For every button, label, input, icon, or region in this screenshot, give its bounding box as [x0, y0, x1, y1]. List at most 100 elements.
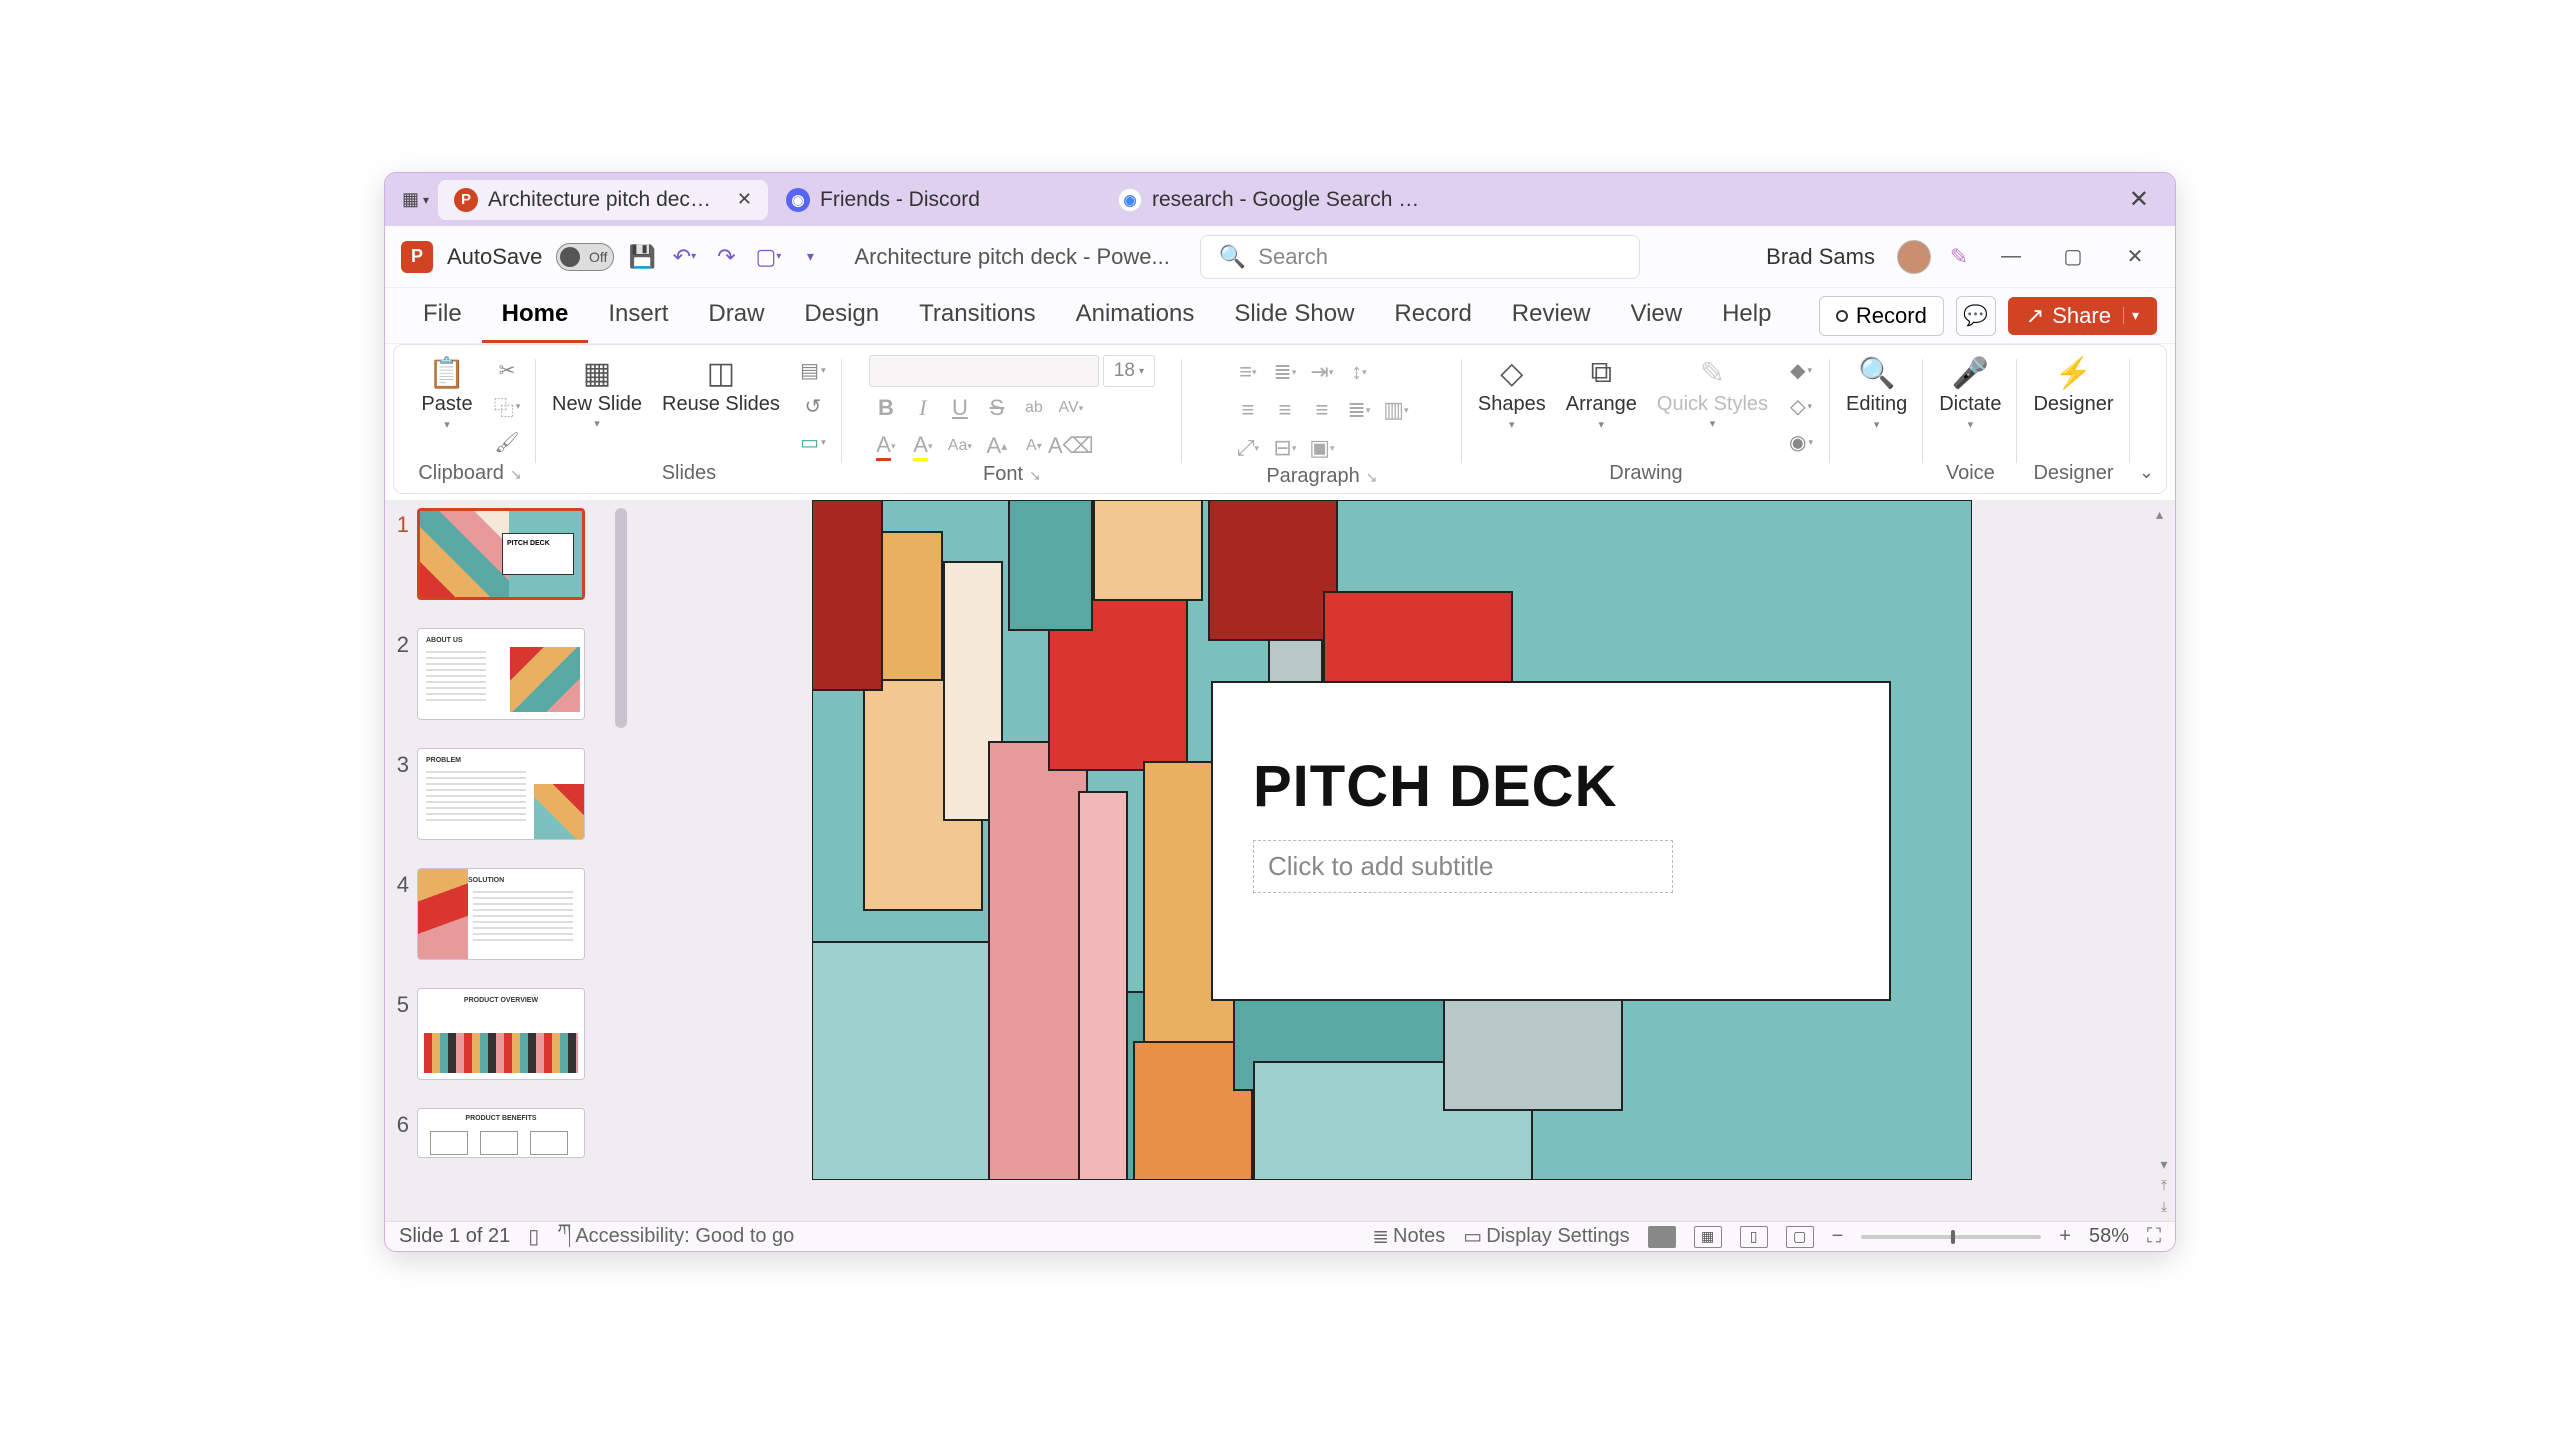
tab-review[interactable]: Review — [1492, 288, 1611, 343]
minimize-button[interactable]: — — [1987, 237, 2035, 277]
browser-tab-2[interactable]: ◉ Friends - Discord — [770, 180, 1100, 220]
pen-mode-icon[interactable]: ✎ — [1945, 243, 1973, 271]
paste-button[interactable]: 📋Paste — [412, 351, 482, 435]
ribbon-collapse-button[interactable]: ⌄ — [2139, 462, 2154, 483]
slideshow-view-button[interactable]: ▢ — [1786, 1226, 1814, 1248]
slide-canvas-area[interactable]: PITCH DECK Click to add subtitle — [631, 500, 2153, 1221]
arrange-button[interactable]: ⧉Arrange — [1558, 351, 1645, 435]
bullets-button[interactable]: ≡▾ — [1231, 357, 1265, 387]
zoom-in-button[interactable]: + — [2059, 1225, 2071, 1248]
tab-draw[interactable]: Draw — [688, 288, 784, 343]
present-icon[interactable]: ▢▾ — [754, 243, 782, 271]
close-button[interactable]: ✕ — [2111, 237, 2159, 277]
dialog-launcher-icon[interactable]: ↘ — [1366, 469, 1378, 485]
thumb-row-5[interactable]: 5 PRODUCT OVERVIEW — [389, 988, 625, 1080]
justify-button[interactable]: ≣▾ — [1342, 395, 1376, 425]
browser-close-button[interactable]: ✕ — [2111, 185, 2167, 214]
reset-button[interactable]: ↺ — [796, 391, 830, 421]
tab-record[interactable]: Record — [1374, 288, 1491, 343]
shape-outline-button[interactable]: ◇ — [1784, 391, 1818, 421]
save-icon[interactable]: 💾 — [628, 243, 656, 271]
quick-styles-button[interactable]: ✎Quick Styles — [1649, 351, 1776, 434]
spacing-button[interactable]: AV▾ — [1054, 393, 1088, 423]
font-color-button[interactable]: A▾ — [869, 431, 903, 461]
tab-design[interactable]: Design — [784, 288, 899, 343]
thumbnail-panel[interactable]: 1 PITCH DECK 2 ABOUT US 3 PROBLEM 4 SOLU… — [385, 500, 631, 1221]
slide-title[interactable]: PITCH DECK — [1253, 753, 1849, 820]
tab-view[interactable]: View — [1611, 288, 1703, 343]
highlight-button[interactable]: A▾ — [906, 431, 940, 461]
align-text-button[interactable]: ⊟▾ — [1268, 433, 1302, 463]
numbering-button[interactable]: ≣▾ — [1268, 357, 1302, 387]
fit-to-window-button[interactable]: ⛶ — [2147, 1225, 2161, 1248]
share-button[interactable]: ↗Share — [2008, 297, 2157, 335]
tab-help[interactable]: Help — [1702, 288, 1791, 343]
dialog-launcher-icon[interactable]: ↘ — [510, 466, 522, 482]
tab-transitions[interactable]: Transitions — [899, 288, 1055, 343]
maximize-button[interactable]: ▢ — [2049, 237, 2097, 277]
columns-button[interactable]: ▥▾ — [1379, 395, 1413, 425]
accessibility-status[interactable]: ཀAccessibility: Good to go — [557, 1209, 794, 1253]
underline-button[interactable]: U — [943, 393, 977, 423]
list-level-button[interactable]: ⇥▾ — [1305, 357, 1339, 387]
editing-button[interactable]: 🔍Editing — [1838, 351, 1915, 435]
shape-fill-button[interactable]: ◆ — [1784, 355, 1818, 385]
thumb-row-6[interactable]: 6 PRODUCT BENEFITS — [389, 1108, 625, 1158]
title-text-box[interactable]: PITCH DECK Click to add subtitle — [1211, 681, 1891, 1001]
change-case-button[interactable]: Aa▾ — [943, 431, 977, 461]
shrink-font-button[interactable]: A▾ — [1017, 431, 1051, 461]
reading-view-button[interactable]: ▯ — [1740, 1226, 1768, 1248]
reuse-slides-button[interactable]: ◫Reuse Slides — [654, 351, 788, 419]
strike-button[interactable]: S — [980, 393, 1014, 423]
comments-button[interactable]: 💬 — [1956, 296, 1996, 336]
search-input[interactable]: 🔍 Search — [1200, 235, 1640, 279]
layout-button[interactable]: ▤ — [796, 355, 830, 385]
notes-button[interactable]: ≣ Notes — [1372, 1224, 1445, 1249]
align-center-button[interactable]: ≡ — [1268, 395, 1302, 425]
thumb-card[interactable]: PROBLEM — [417, 748, 585, 840]
vertical-scrollbar[interactable]: ▴ ▾ ⤒ ⤓ — [2153, 500, 2175, 1221]
thumb-row-4[interactable]: 4 SOLUTION — [389, 868, 625, 960]
thumb-card[interactable]: PITCH DECK — [417, 508, 585, 600]
dialog-launcher-icon[interactable]: ↘ — [1029, 467, 1041, 483]
font-name-select[interactable] — [869, 355, 1099, 387]
tab-slideshow[interactable]: Slide Show — [1214, 288, 1374, 343]
zoom-percent[interactable]: 58% — [2089, 1225, 2129, 1248]
line-spacing-button[interactable]: ↕▾ — [1342, 357, 1376, 387]
tab-insert[interactable]: Insert — [588, 288, 688, 343]
text-direction-button[interactable]: ⤢▾ — [1231, 433, 1265, 463]
thumb-card[interactable]: ABOUT US — [417, 628, 585, 720]
shadow-button[interactable]: ab — [1017, 393, 1051, 423]
thumb-card[interactable]: SOLUTION — [417, 868, 585, 960]
prev-slide-icon[interactable]: ⤓ — [2161, 1198, 2167, 1215]
align-left-button[interactable]: ≡ — [1231, 395, 1265, 425]
close-icon[interactable]: ✕ — [737, 189, 752, 210]
font-size-select[interactable]: 18▾ — [1103, 355, 1155, 387]
format-painter-button[interactable]: 🖌 — [490, 427, 524, 457]
designer-button[interactable]: ⚡Designer — [2025, 351, 2121, 420]
copy-button[interactable]: ⿻ — [490, 391, 524, 421]
new-slide-button[interactable]: ▦New Slide — [544, 351, 650, 434]
normal-view-button[interactable] — [1648, 1226, 1676, 1248]
undo-icon[interactable]: ↶▾ — [670, 243, 698, 271]
qat-customize-icon[interactable]: ▾ — [796, 243, 824, 271]
align-right-button[interactable]: ≡ — [1305, 395, 1339, 425]
tab-home[interactable]: Home — [482, 288, 589, 343]
thumb-row-3[interactable]: 3 PROBLEM — [389, 748, 625, 840]
thumb-card[interactable]: PRODUCT OVERVIEW — [417, 988, 585, 1080]
clear-format-button[interactable]: A⌫ — [1054, 431, 1088, 461]
redo-icon[interactable]: ↷ — [712, 243, 740, 271]
scroll-up-icon[interactable]: ▴ — [2156, 506, 2163, 523]
slide-counter[interactable]: Slide 1 of 21 — [399, 1225, 510, 1248]
sorter-view-button[interactable]: ▦ — [1694, 1226, 1722, 1248]
display-settings-button[interactable]: ▭ Display Settings — [1463, 1224, 1629, 1249]
slide-canvas[interactable]: PITCH DECK Click to add subtitle — [812, 500, 1972, 1180]
thumb-scrollbar[interactable] — [615, 508, 627, 728]
zoom-out-button[interactable]: − — [1832, 1225, 1844, 1248]
record-button[interactable]: Record — [1819, 296, 1944, 336]
thumb-row-2[interactable]: 2 ABOUT US — [389, 628, 625, 720]
dictate-button[interactable]: 🎤Dictate — [1931, 351, 2009, 435]
zoom-slider[interactable] — [1861, 1235, 2041, 1239]
smartart-button[interactable]: ▣▾ — [1305, 433, 1339, 463]
next-slide-icon[interactable]: ⤒ — [2161, 1177, 2167, 1194]
